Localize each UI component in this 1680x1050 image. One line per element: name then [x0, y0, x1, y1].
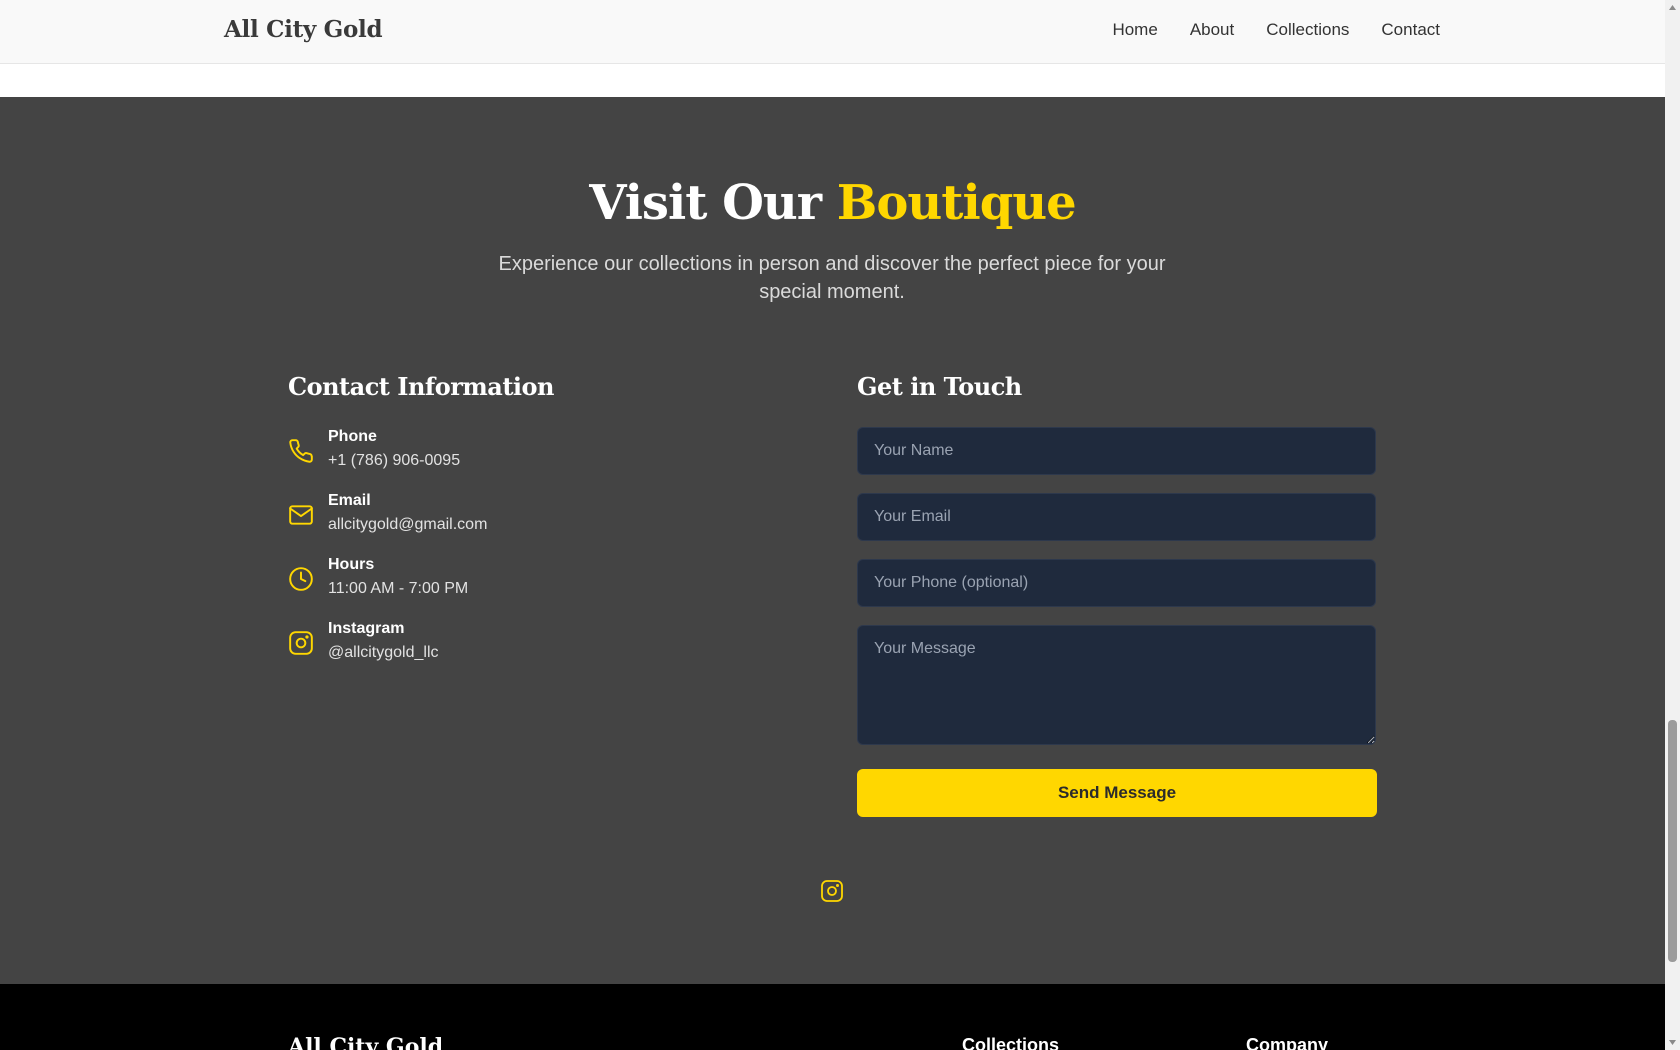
nav-link-home[interactable]: Home	[1112, 20, 1157, 40]
phone-icon	[289, 439, 313, 463]
contact-value[interactable]: +1 (786) 906-0095	[328, 452, 460, 470]
email-input[interactable]	[857, 493, 1376, 541]
section-subtitle: Experience our collections in person and…	[498, 253, 1166, 303]
contact-label: Phone	[328, 428, 377, 445]
footer-brand: All City Gold	[288, 1034, 444, 1050]
name-input[interactable]	[857, 427, 1376, 475]
title-main: Visit Our	[589, 175, 822, 231]
contact-label: Instagram	[328, 620, 405, 637]
contact-value[interactable]: @allcitygold_llc	[328, 644, 439, 662]
section-title: Visit Our Boutique	[0, 175, 1665, 231]
nav-link-contact[interactable]: Contact	[1381, 20, 1440, 40]
instagram-social-icon[interactable]	[820, 879, 844, 903]
mail-icon	[289, 505, 313, 525]
send-message-button[interactable]: Send Message	[857, 769, 1377, 817]
instagram-icon	[289, 631, 313, 655]
nav-links: Home About Collections Contact	[1112, 20, 1440, 40]
scroll-up-arrow-icon[interactable]	[1665, 0, 1680, 15]
message-textarea[interactable]	[857, 625, 1376, 745]
nav-link-collections[interactable]: Collections	[1266, 20, 1349, 40]
contact-item-email: Email allcitygold@gmail.com	[288, 492, 708, 540]
footer-heading-company: Company	[1246, 1035, 1329, 1050]
contact-section: Visit Our Boutique Experience our collec…	[0, 97, 1665, 984]
footer-heading-collections: Collections	[962, 1035, 1060, 1050]
scroll-down-arrow-icon[interactable]	[1665, 1035, 1680, 1050]
contact-label: Email	[328, 492, 371, 509]
page: All City Gold Home About Collections Con…	[0, 0, 1680, 1050]
section-divider	[0, 64, 1665, 97]
contact-info-heading: Contact Information	[288, 372, 555, 401]
top-navbar: All City Gold Home About Collections Con…	[0, 0, 1665, 64]
contact-value: 11:00 AM - 7:00 PM	[328, 580, 469, 597]
title-accent: Boutique	[836, 175, 1077, 231]
clock-icon	[289, 567, 313, 591]
footer: All City Gold Collections Company	[0, 984, 1665, 1050]
contact-value[interactable]: allcitygold@gmail.com	[328, 516, 487, 534]
brand-logo[interactable]: All City Gold	[224, 16, 383, 43]
scrollbar-thumb[interactable]	[1668, 720, 1677, 962]
nav-link-about[interactable]: About	[1190, 20, 1234, 40]
page-scrollbar[interactable]	[1665, 0, 1680, 1050]
contact-item-phone: Phone +1 (786) 906-0095	[288, 428, 708, 476]
contact-label: Hours	[328, 556, 375, 573]
phone-input[interactable]	[857, 559, 1376, 607]
contact-item-instagram: Instagram @allcitygold_llc	[288, 620, 708, 668]
form-heading: Get in Touch	[857, 372, 1022, 401]
contact-item-hours: Hours 11:00 AM - 7:00 PM	[288, 556, 708, 604]
